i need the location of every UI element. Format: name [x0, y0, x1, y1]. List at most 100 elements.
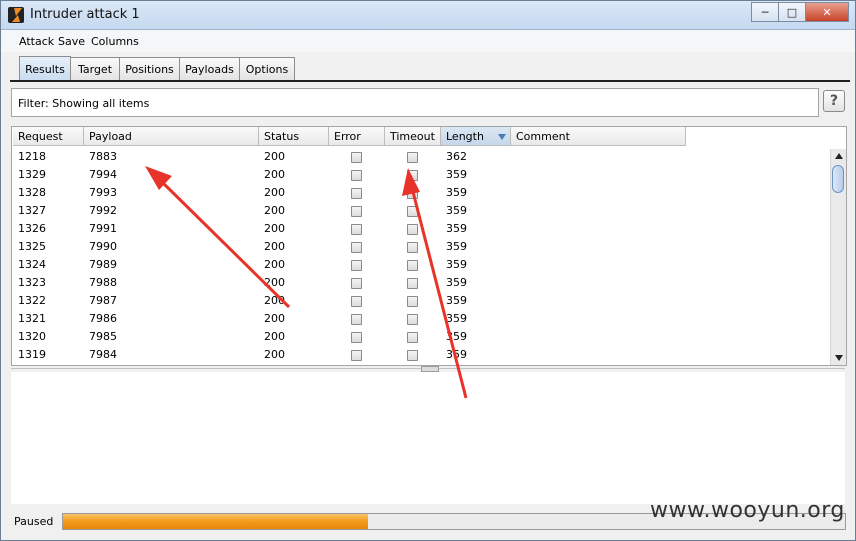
- table-row[interactable]: 1324 7989 200 359: [13, 256, 686, 274]
- request-cell: 1327: [18, 204, 46, 217]
- progress-fill: [63, 514, 368, 529]
- request-cell: 1324: [18, 258, 46, 271]
- title-bar[interactable]: Intruder attack 1 ─ □ ✕: [1, 1, 855, 30]
- table-row[interactable]: 1320 7985 200 359: [13, 328, 686, 346]
- column-request[interactable]: Request: [13, 127, 84, 146]
- timeout-checkbox[interactable]: [407, 224, 418, 235]
- timeout-checkbox[interactable]: [407, 152, 418, 163]
- tab-positions[interactable]: Positions: [119, 57, 180, 80]
- column-length-label: Length: [446, 130, 484, 143]
- timeout-checkbox[interactable]: [407, 314, 418, 325]
- intruder-window: Intruder attack 1 ─ □ ✕ Attack Save Colu…: [0, 0, 856, 541]
- table-row[interactable]: 1329 7994 200 359: [13, 166, 686, 184]
- minimize-icon[interactable]: ─: [751, 2, 778, 22]
- error-checkbox[interactable]: [351, 206, 362, 217]
- menu-columns[interactable]: Columns: [91, 35, 139, 48]
- timeout-checkbox[interactable]: [407, 170, 418, 181]
- request-cell: 1329: [18, 168, 46, 181]
- error-checkbox[interactable]: [351, 314, 362, 325]
- tab-options[interactable]: Options: [239, 57, 295, 80]
- filter-bar[interactable]: Filter: Showing all items: [11, 88, 819, 117]
- table-row[interactable]: 1319 7984 200 359: [13, 346, 686, 364]
- sort-desc-icon: [498, 134, 506, 140]
- table-row[interactable]: 1322 7987 200 359: [13, 292, 686, 310]
- table-row[interactable]: 1323 7988 200 359: [13, 274, 686, 292]
- status-cell: 200: [264, 240, 285, 253]
- length-cell: 359: [446, 348, 467, 361]
- burp-app-icon: [8, 7, 24, 23]
- help-icon[interactable]: ?: [823, 90, 845, 112]
- comment-cell: [511, 148, 686, 166]
- request-cell: 1218: [18, 150, 46, 163]
- menu-attack[interactable]: Attack: [19, 35, 54, 48]
- maximize-icon[interactable]: □: [778, 2, 805, 22]
- column-payload[interactable]: Payload: [84, 127, 259, 146]
- status-cell: 200: [264, 150, 285, 163]
- timeout-checkbox[interactable]: [407, 332, 418, 343]
- timeout-checkbox[interactable]: [407, 206, 418, 217]
- length-cell: 359: [446, 258, 467, 271]
- comment-cell: [511, 202, 686, 220]
- length-cell: 359: [446, 276, 467, 289]
- error-checkbox[interactable]: [351, 350, 362, 361]
- request-cell: 1328: [18, 186, 46, 199]
- error-checkbox[interactable]: [351, 188, 362, 199]
- timeout-checkbox[interactable]: [407, 260, 418, 271]
- request-cell: 1320: [18, 330, 46, 343]
- table-row[interactable]: 1326 7991 200 359: [13, 220, 686, 238]
- window-title: Intruder attack 1: [30, 7, 140, 22]
- vertical-scrollbar[interactable]: [830, 149, 846, 365]
- scroll-thumb[interactable]: [832, 165, 844, 193]
- table-row[interactable]: 1325 7990 200 359: [13, 238, 686, 256]
- close-icon[interactable]: ✕: [805, 2, 849, 22]
- status-cell: 200: [264, 186, 285, 199]
- table-row[interactable]: 1328 7993 200 359: [13, 184, 686, 202]
- error-checkbox[interactable]: [351, 242, 362, 253]
- window-controls: ─ □ ✕: [751, 2, 849, 22]
- timeout-checkbox[interactable]: [407, 242, 418, 253]
- comment-cell: [511, 328, 686, 346]
- tab-results[interactable]: Results: [19, 56, 71, 81]
- request-cell: 1323: [18, 276, 46, 289]
- menu-save[interactable]: Save: [58, 35, 85, 48]
- timeout-checkbox[interactable]: [407, 278, 418, 289]
- column-timeout[interactable]: Timeout: [385, 127, 441, 146]
- column-error[interactable]: Error: [329, 127, 385, 146]
- timeout-checkbox[interactable]: [407, 296, 418, 307]
- table-row[interactable]: 1321 7986 200 359: [13, 310, 686, 328]
- status-cell: 200: [264, 168, 285, 181]
- error-checkbox[interactable]: [351, 224, 362, 235]
- length-cell: 359: [446, 222, 467, 235]
- column-status[interactable]: Status: [259, 127, 329, 146]
- payload-cell: 7990: [89, 240, 117, 253]
- status-cell: 200: [264, 222, 285, 235]
- error-checkbox[interactable]: [351, 260, 362, 271]
- results-table: Request Payload Status Error Timeout Len…: [11, 126, 847, 366]
- timeout-checkbox[interactable]: [407, 350, 418, 361]
- timeout-checkbox[interactable]: [407, 188, 418, 199]
- tab-divider: [10, 80, 850, 82]
- filter-text: Filter: Showing all items: [18, 97, 150, 110]
- tab-payloads[interactable]: Payloads: [179, 57, 240, 80]
- error-checkbox[interactable]: [351, 170, 362, 181]
- comment-cell: [511, 238, 686, 256]
- column-length[interactable]: Length: [441, 127, 511, 146]
- scroll-down-icon[interactable]: [831, 351, 846, 365]
- comment-cell: [511, 256, 686, 274]
- pane-splitter[interactable]: [11, 366, 845, 372]
- error-checkbox[interactable]: [351, 278, 362, 289]
- column-comment[interactable]: Comment: [511, 127, 686, 146]
- menu-bar: Attack Save Columns: [1, 30, 855, 52]
- table-row[interactable]: 1327 7992 200 359: [13, 202, 686, 220]
- error-checkbox[interactable]: [351, 332, 362, 343]
- status-cell: 200: [264, 294, 285, 307]
- table-row[interactable]: 1218 7883 200 362: [13, 148, 686, 166]
- request-cell: 1326: [18, 222, 46, 235]
- payload-cell: 7989: [89, 258, 117, 271]
- tab-target[interactable]: Target: [70, 57, 120, 80]
- length-cell: 359: [446, 330, 467, 343]
- error-checkbox[interactable]: [351, 152, 362, 163]
- error-checkbox[interactable]: [351, 296, 362, 307]
- scroll-up-icon[interactable]: [831, 149, 846, 163]
- payload-cell: 7994: [89, 168, 117, 181]
